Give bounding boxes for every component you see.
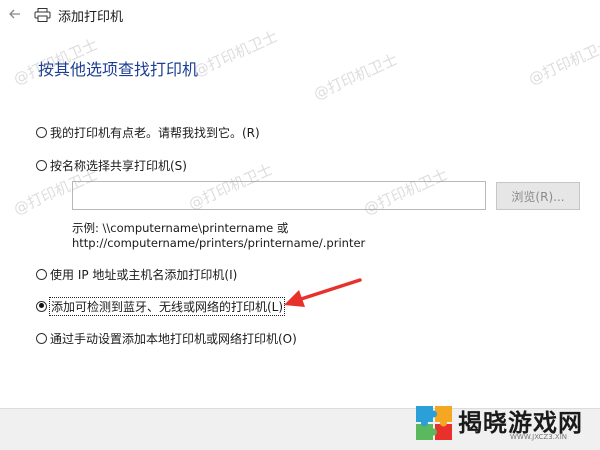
option-label: 使用 IP 地址或主机名添加打印机(I) <box>50 267 238 282</box>
option-label: 通过手动设置添加本地打印机或网络打印机(O) <box>50 331 297 346</box>
example-text-line1: 示例: \\computername\printername 或 <box>72 221 289 235</box>
radio-bluetooth-wireless[interactable] <box>36 300 47 312</box>
option-shared-printer[interactable]: 按名称选择共享打印机(S) <box>36 156 187 174</box>
printer-icon <box>34 7 51 22</box>
annotation-arrow-icon <box>268 270 368 320</box>
radio-ip-address[interactable] <box>36 268 47 280</box>
option-label: 我的打印机有点老。请帮我找到它。(R) <box>50 125 260 140</box>
browse-button[interactable]: 浏览(R)... <box>496 182 580 210</box>
watermark: @打印机卫士 <box>190 27 281 81</box>
window-title: 添加打印机 <box>58 10 124 25</box>
brand-logo-icon <box>414 404 454 442</box>
option-ip-address[interactable]: 使用 IP 地址或主机名添加打印机(I) <box>36 265 237 283</box>
radio-old-printer[interactable] <box>36 126 47 138</box>
example-text-line2: http://computername/printers/printername… <box>72 236 366 250</box>
radio-manual-settings[interactable] <box>36 332 47 344</box>
brand-url: WWW.JXCZ3.XIN <box>510 433 567 441</box>
option-old-printer[interactable]: 我的打印机有点老。请帮我找到它。(R) <box>36 123 260 141</box>
back-button[interactable] <box>6 5 24 23</box>
option-bluetooth-wireless[interactable]: 添加可检测到蓝牙、无线或网络的打印机(L) <box>36 296 286 316</box>
option-manual-settings[interactable]: 通过手动设置添加本地打印机或网络打印机(O) <box>36 329 297 347</box>
option-label: 按名称选择共享打印机(S) <box>50 158 187 173</box>
arrow-left-icon <box>9 9 20 19</box>
option-label: 添加可检测到蓝牙、无线或网络的打印机(L) <box>48 296 286 316</box>
watermark: @打印机卫士 <box>310 50 401 104</box>
radio-shared-printer[interactable] <box>36 159 47 171</box>
watermark: @打印机卫士 <box>525 35 600 89</box>
